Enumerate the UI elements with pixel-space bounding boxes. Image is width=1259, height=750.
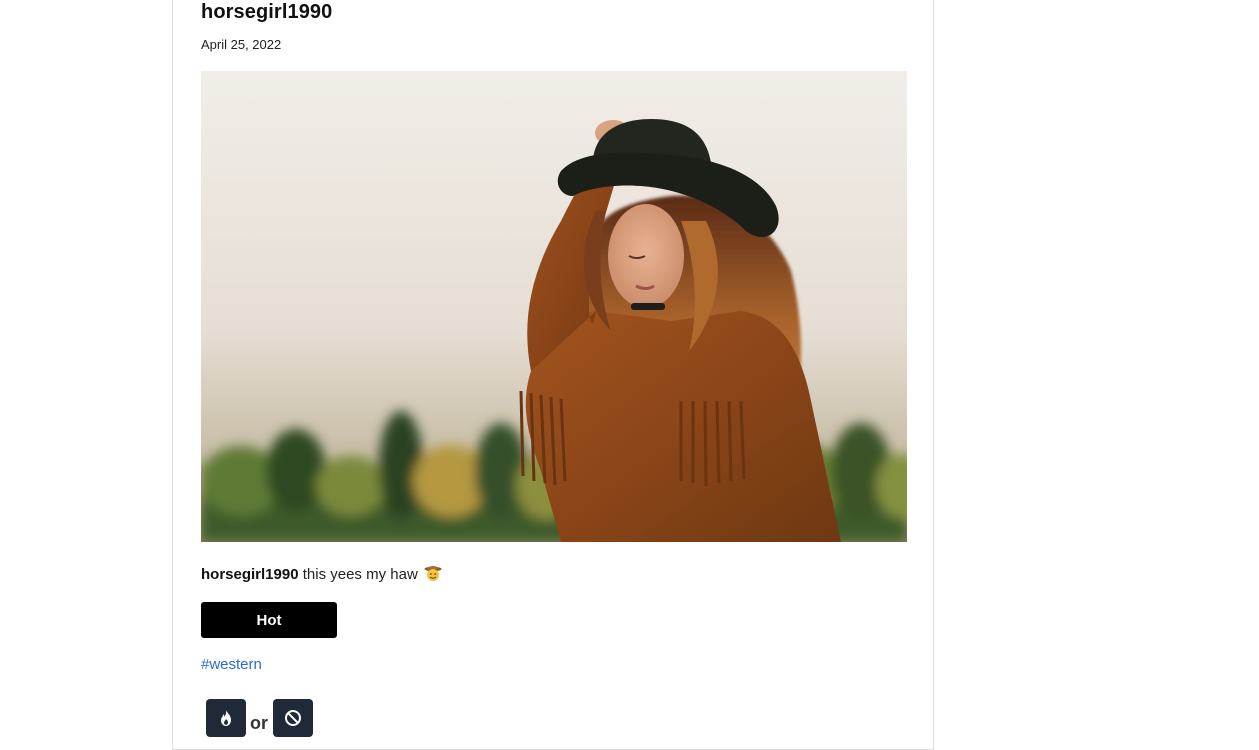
post-card: horsegirl1990 April 25, 2022 horsegirl19… [172, 0, 934, 750]
or-label: or [250, 712, 268, 733]
prohibited-icon [285, 710, 301, 726]
hot-vote-button[interactable] [206, 699, 246, 737]
post-date: April 25, 2022 [201, 37, 282, 52]
caption-text: this yees my haw [302, 566, 418, 583]
hot-badge: Hot [201, 602, 337, 638]
not-vote-button[interactable] [273, 699, 313, 737]
post-username[interactable]: horsegirl1990 [201, 1, 332, 24]
vote-controls: or [206, 699, 313, 737]
hashtag-link[interactable]: #western [201, 656, 262, 673]
post-image[interactable] [201, 71, 907, 542]
post-caption: horsegirl1990 this yees my haw [201, 564, 442, 583]
caption-username[interactable]: horsegirl1990 [201, 566, 299, 583]
post-image-illustration [201, 71, 907, 542]
flame-icon [221, 710, 231, 726]
cowboy-hat-face-icon [424, 564, 442, 582]
